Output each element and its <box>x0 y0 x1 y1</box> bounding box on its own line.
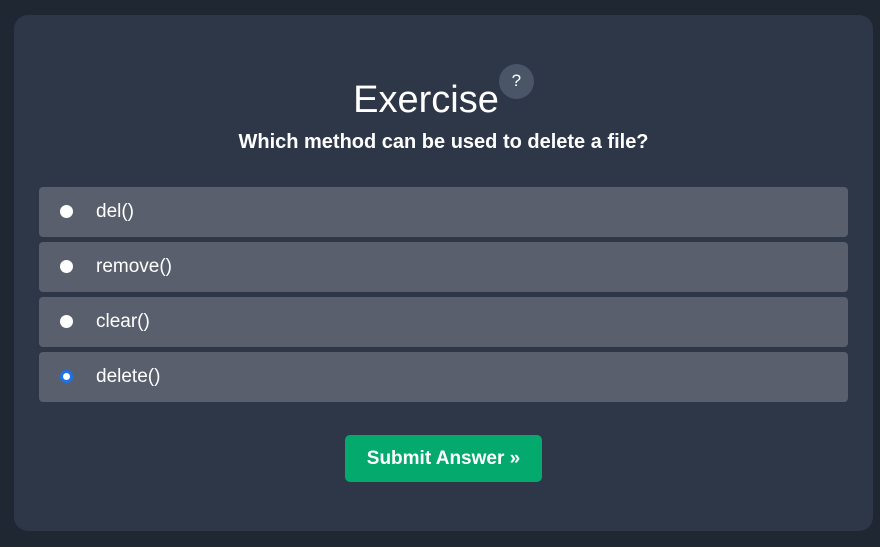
radio-button[interactable] <box>60 205 73 218</box>
option-label: del() <box>96 201 135 222</box>
option-label: delete() <box>96 366 161 387</box>
exercise-title: Exercise <box>353 79 499 121</box>
radio-button[interactable] <box>60 260 73 273</box>
answer-options: del() remove() clear() delete() <box>39 187 848 407</box>
radio-button[interactable] <box>60 315 73 328</box>
option-clear[interactable]: clear() <box>39 297 848 347</box>
radio-button[interactable] <box>60 370 73 383</box>
help-icon[interactable]: ? <box>498 64 534 99</box>
option-delete[interactable]: delete() <box>39 352 848 402</box>
option-remove[interactable]: remove() <box>39 242 848 292</box>
submit-answer-button[interactable]: Submit Answer » <box>345 435 542 482</box>
exercise-card: Exercise? Which method can be used to de… <box>14 15 873 531</box>
question-text: Which method can be used to delete a fil… <box>238 131 649 153</box>
title-row: Exercise? <box>14 64 873 127</box>
option-label: clear() <box>96 311 150 332</box>
option-label: remove() <box>96 256 173 277</box>
option-del[interactable]: del() <box>39 187 848 237</box>
